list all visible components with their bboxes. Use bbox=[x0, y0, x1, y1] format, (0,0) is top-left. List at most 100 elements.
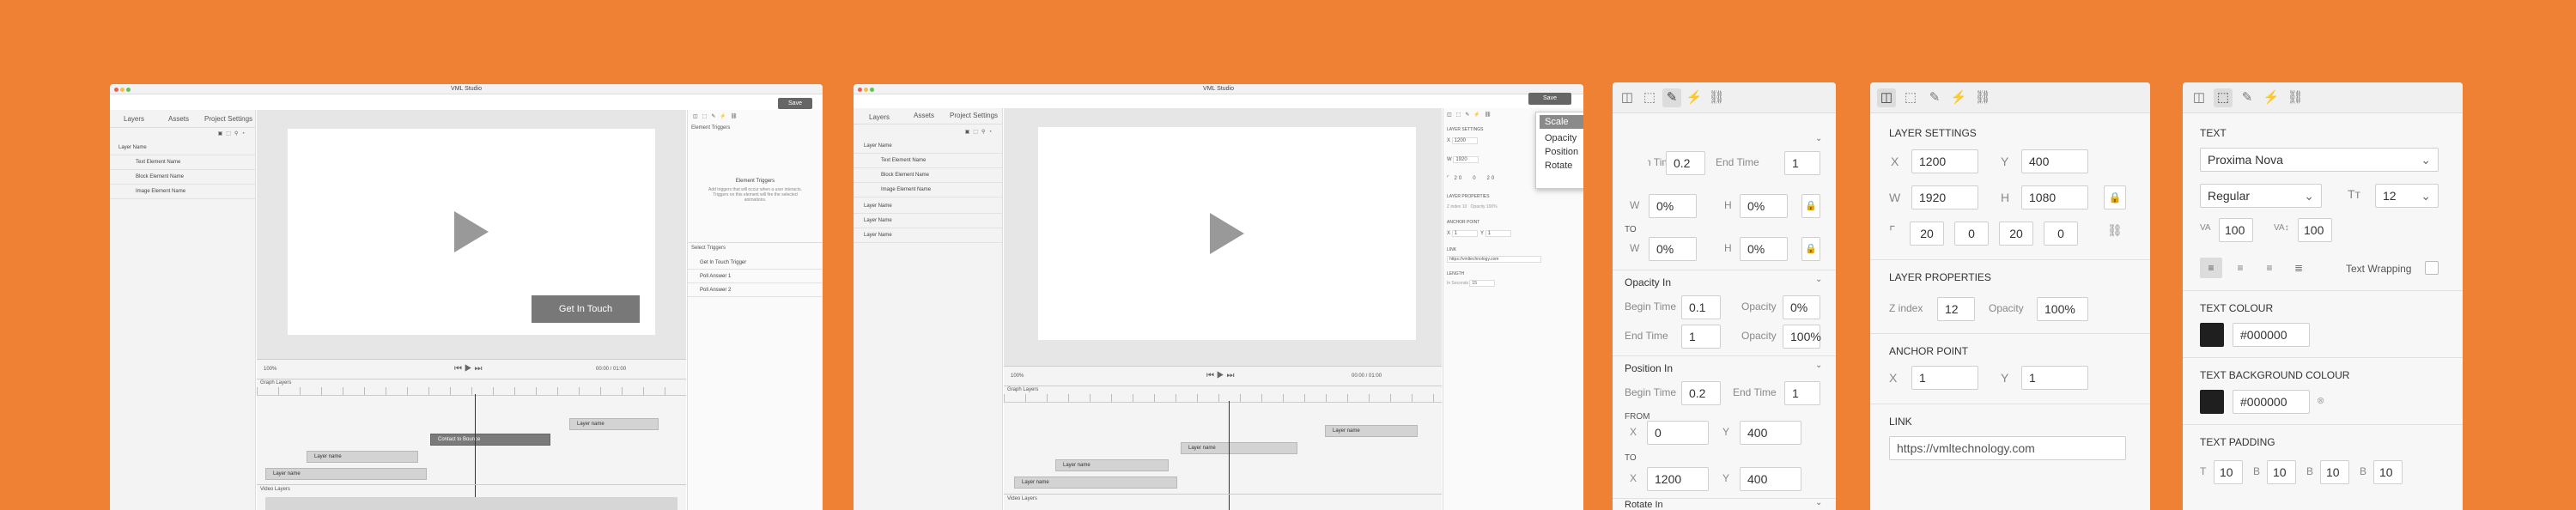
layer-row[interactable]: Image Element Name bbox=[854, 183, 1002, 197]
playback-controls[interactable]: ⏮ ▶ ⏭ bbox=[454, 364, 482, 373]
chevron-down-icon[interactable]: ⌄ bbox=[1815, 275, 1822, 284]
align-center-button[interactable]: ≡ bbox=[2229, 258, 2251, 278]
text-bg-colour-field[interactable]: #000000 bbox=[2233, 390, 2310, 414]
begin-time-field[interactable]: 0.2 bbox=[1666, 151, 1705, 175]
close-dot[interactable] bbox=[858, 88, 862, 92]
anchor-y-field[interactable]: 1 bbox=[2021, 366, 2088, 390]
dropdown-item-scale[interactable]: Scale bbox=[1540, 115, 1583, 129]
cta-button[interactable]: Get In Touch bbox=[532, 295, 640, 323]
to-h-field[interactable]: 0% bbox=[1740, 237, 1788, 261]
to-w-field[interactable]: 0% bbox=[1649, 237, 1697, 261]
layers-icon[interactable]: ◫ bbox=[1618, 88, 1637, 107]
opacity-to-field[interactable]: 100% bbox=[1783, 325, 1821, 349]
lock-icon[interactable]: 🔒 bbox=[1801, 237, 1820, 261]
padding-right-field[interactable]: 10 bbox=[2373, 460, 2403, 484]
animation-dropdown[interactable]: Scale Opacity Position Rotate bbox=[1535, 112, 1583, 189]
end-time-field[interactable]: 1 bbox=[1784, 151, 1820, 175]
save-button[interactable]: Save bbox=[778, 98, 812, 109]
chevron-down-icon[interactable]: ⌄ bbox=[1815, 134, 1822, 143]
from-x-field[interactable]: 0 bbox=[1647, 421, 1709, 445]
text-icon[interactable]: ⬚ bbox=[1901, 88, 1920, 107]
timeline-bar[interactable]: Contact to Bounce bbox=[430, 434, 550, 446]
layer-row[interactable]: Block Element Name bbox=[110, 170, 255, 185]
radius-tl-field[interactable]: 20 bbox=[1910, 222, 1944, 246]
layer-row[interactable]: Block Element Name bbox=[854, 168, 1002, 183]
font-size-select[interactable]: 12 ⌄ bbox=[2375, 184, 2439, 208]
zoom-select[interactable]: 100% bbox=[264, 367, 276, 372]
tab-project-settings[interactable]: Project Settings bbox=[950, 112, 998, 119]
opacity-from-field[interactable]: 0% bbox=[1783, 295, 1820, 319]
h-field[interactable]: 1080 bbox=[2021, 185, 2088, 209]
timeline-bar[interactable]: Layer name bbox=[265, 468, 427, 480]
maximize-dot[interactable] bbox=[126, 88, 131, 92]
anchor-x-field[interactable]: 1 bbox=[1911, 366, 1978, 390]
lock-icon[interactable]: 🔒 bbox=[1801, 194, 1820, 218]
zindex-field[interactable]: 12 bbox=[1937, 297, 1975, 321]
tab-layers[interactable]: Layers bbox=[869, 113, 890, 121]
zindex-field[interactable]: 10 bbox=[1462, 204, 1467, 209]
zoom-select[interactable]: 100% bbox=[1011, 373, 1024, 379]
padding-left-field[interactable]: 10 bbox=[2320, 460, 2349, 484]
text-colour-field[interactable]: #000000 bbox=[2233, 323, 2310, 347]
radius-tr-field[interactable]: 0 bbox=[1954, 222, 1989, 246]
maximize-dot[interactable] bbox=[870, 88, 874, 92]
font-family-select[interactable]: Proxima Nova ⌄ bbox=[2200, 148, 2439, 172]
tracking-field[interactable]: 100 bbox=[2219, 218, 2253, 242]
layer-row[interactable]: Image Element Name bbox=[110, 185, 255, 199]
link-icon[interactable]: ⛓ bbox=[1973, 88, 1992, 107]
lock-icon[interactable]: 🔒 bbox=[2104, 185, 2126, 209]
radius-bl-field[interactable]: 0 bbox=[2044, 222, 2078, 246]
tab-assets[interactable]: Assets bbox=[168, 115, 189, 123]
clear-icon[interactable]: ⊗ bbox=[2317, 395, 2324, 406]
align-justify-button[interactable]: ≣ bbox=[2287, 258, 2310, 278]
link-field[interactable]: https://vmltechnology.com bbox=[1889, 436, 2126, 460]
tab-assets[interactable]: Assets bbox=[914, 112, 934, 119]
w-field[interactable]: 1920 bbox=[1453, 156, 1479, 163]
padding-bottom-field[interactable]: 10 bbox=[2267, 460, 2296, 484]
layers-icon[interactable]: ◫ bbox=[2190, 88, 2208, 107]
save-button[interactable]: Save bbox=[1528, 93, 1571, 105]
stage[interactable] bbox=[1038, 127, 1416, 340]
stage[interactable]: Get In Touch bbox=[288, 129, 655, 335]
timeline-bar[interactable]: Layer name bbox=[1014, 477, 1177, 489]
trigger-item[interactable]: Poll Answer 2 bbox=[688, 283, 823, 297]
position-end-field[interactable]: 1 bbox=[1784, 381, 1820, 405]
minimize-dot[interactable] bbox=[120, 88, 125, 92]
trigger-item[interactable]: Poll Answer 1 bbox=[688, 270, 823, 283]
play-icon[interactable] bbox=[454, 211, 489, 252]
text-bg-colour-swatch[interactable] bbox=[2200, 390, 2224, 414]
magic-wand-icon[interactable]: ✎ bbox=[1925, 88, 1944, 107]
layer-row[interactable]: Layer Name bbox=[854, 228, 1002, 243]
close-dot[interactable] bbox=[114, 88, 118, 92]
layer-row[interactable]: Layer Name bbox=[110, 141, 255, 155]
link-radius-icon[interactable]: ⛓ bbox=[2107, 223, 2123, 238]
layers-icon[interactable]: ◫ bbox=[1877, 88, 1896, 107]
play-icon[interactable] bbox=[1210, 213, 1244, 254]
to-x-field[interactable]: 1200 bbox=[1647, 467, 1709, 491]
padding-top-field[interactable]: 10 bbox=[2214, 460, 2243, 484]
layer-row[interactable]: Layer Name bbox=[854, 199, 1002, 214]
layer-row[interactable]: Layer Name bbox=[854, 214, 1002, 228]
text-icon[interactable]: ⬚ bbox=[2214, 88, 2233, 107]
position-begin-field[interactable]: 0.2 bbox=[1681, 381, 1721, 405]
chevron-down-icon[interactable]: ⌄ bbox=[1815, 361, 1822, 370]
y-field[interactable]: 400 bbox=[2021, 149, 2088, 173]
length-field[interactable]: 15 bbox=[1469, 280, 1496, 287]
timeline-bar[interactable]: Layer name bbox=[1181, 442, 1297, 454]
playhead[interactable] bbox=[475, 394, 476, 510]
timeline-bar[interactable]: Layer name bbox=[1055, 459, 1169, 471]
minimize-dot[interactable] bbox=[864, 88, 868, 92]
radius-fields[interactable]: ⌜ 20 0 20 bbox=[1447, 175, 1496, 181]
link-icon[interactable]: ⛓ bbox=[2286, 88, 2305, 107]
layer-row[interactable]: Layer Name bbox=[854, 139, 1002, 154]
timeline-bar[interactable]: Layer name bbox=[569, 418, 659, 430]
chevron-down-icon[interactable]: ⌄ bbox=[1815, 498, 1822, 507]
from-h-field[interactable]: 0% bbox=[1740, 194, 1788, 218]
align-right-button[interactable]: ≡ bbox=[2258, 258, 2281, 278]
radius-br-field[interactable]: 20 bbox=[1999, 222, 2033, 246]
tab-layers[interactable]: Layers bbox=[124, 115, 144, 123]
bolt-icon[interactable]: ⚡ bbox=[1949, 88, 1968, 107]
link-icon[interactable]: ⛓ bbox=[1707, 88, 1726, 107]
dropdown-item-position[interactable]: Position bbox=[1536, 145, 1583, 159]
dropdown-item-opacity[interactable]: Opacity bbox=[1536, 131, 1583, 145]
